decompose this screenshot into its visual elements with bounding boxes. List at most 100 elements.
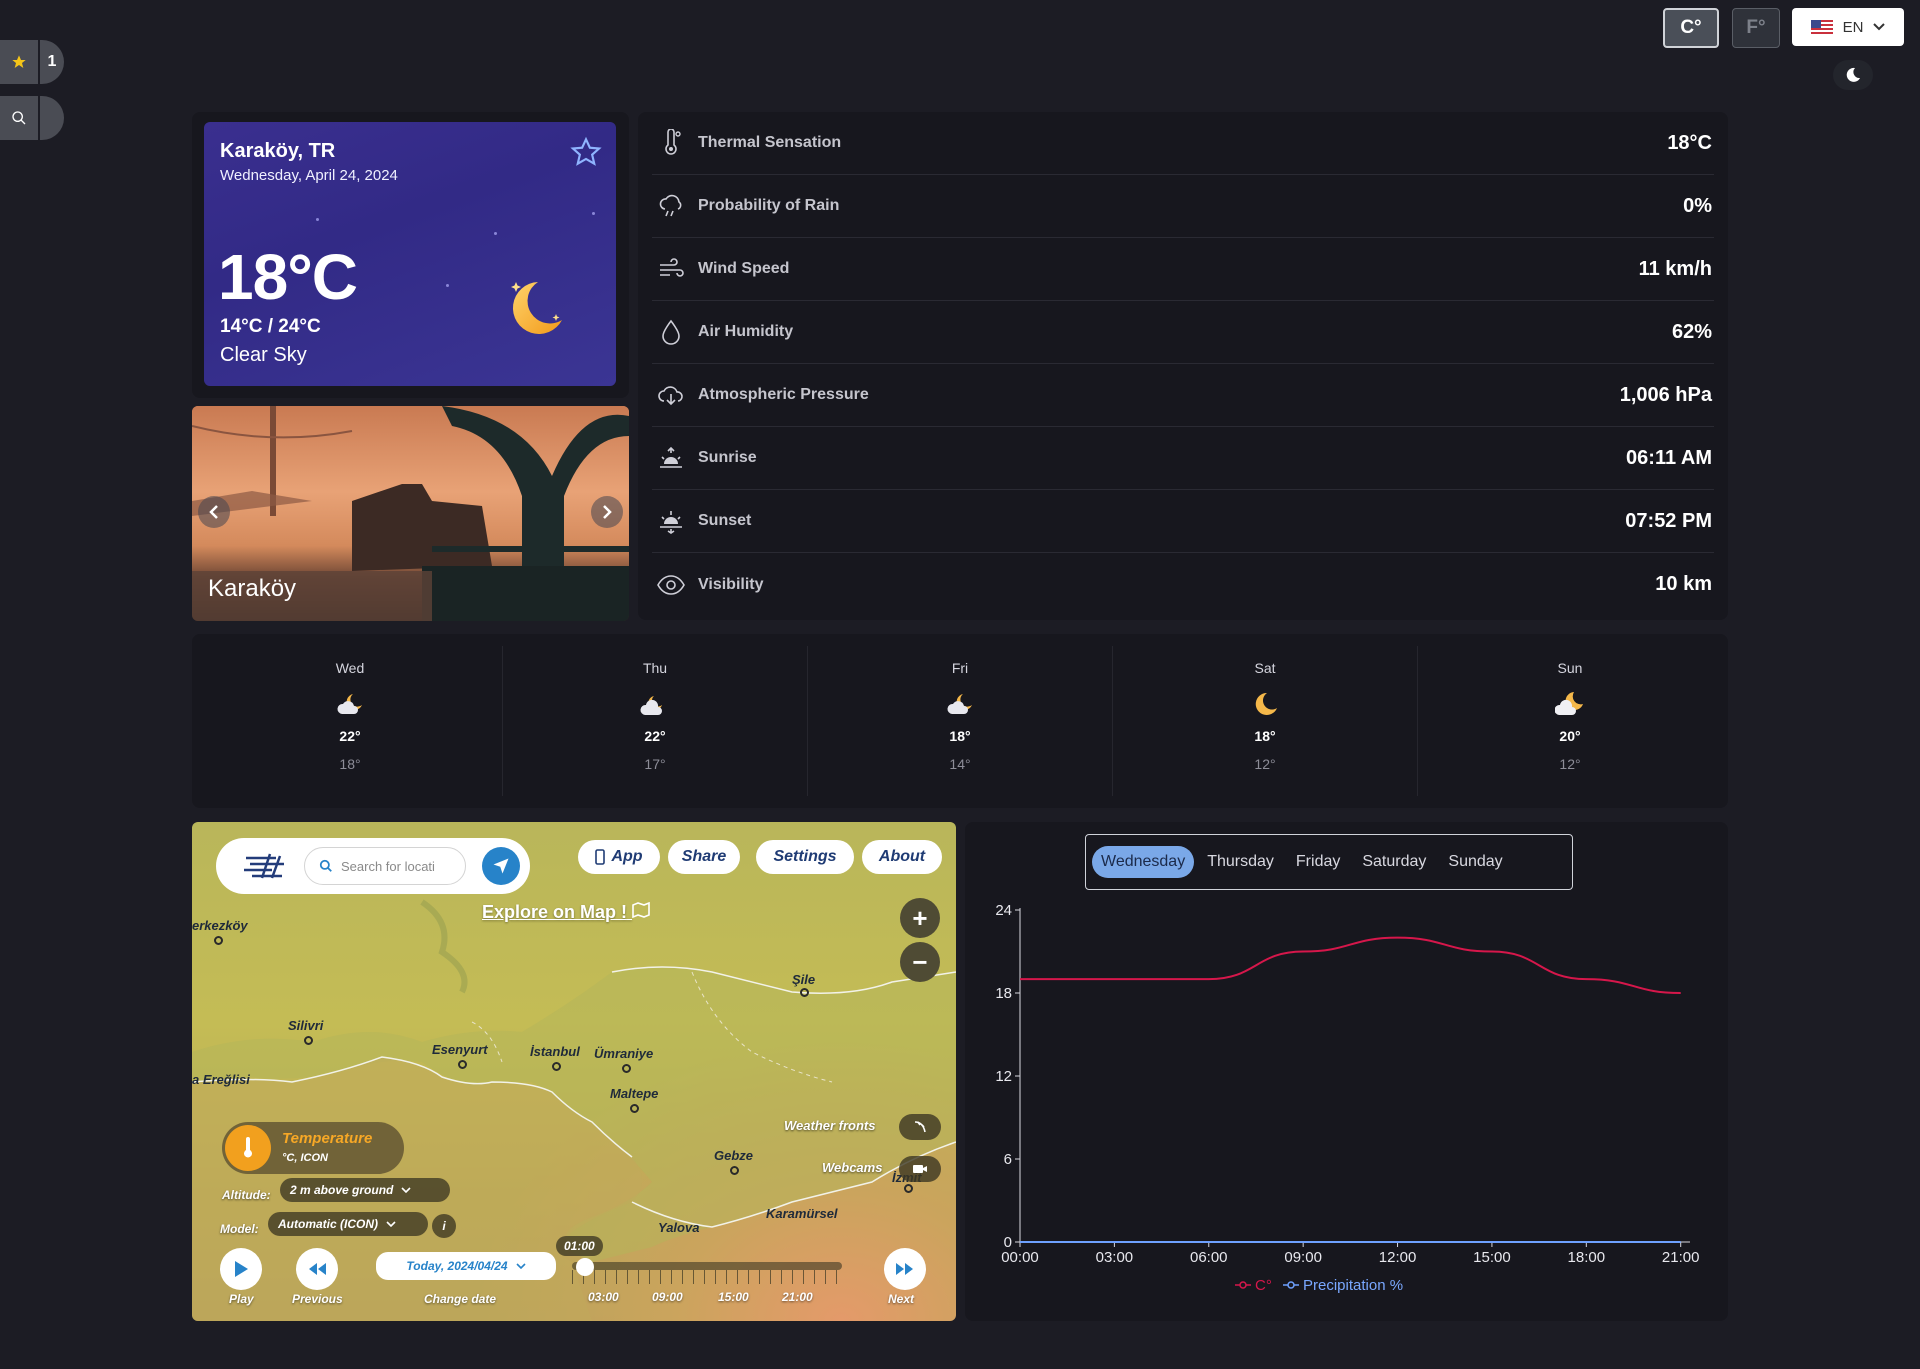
detail-label: Wind Speed — [698, 260, 790, 277]
detail-label: Atmospheric Pressure — [698, 386, 869, 403]
forecast-high: 18° — [949, 728, 971, 744]
thermometer-icon — [665, 129, 681, 155]
city-marker[interactable] — [730, 1166, 739, 1175]
current-weather-card: Karaköy, TR Wednesday, April 24, 2024 18… — [204, 122, 616, 386]
map-app-button[interactable]: App — [578, 840, 660, 874]
search-tab[interactable] — [0, 96, 64, 140]
detail-row-visibility: Visibility 10 km — [652, 553, 1714, 616]
map-share-button[interactable]: Share — [668, 840, 740, 874]
sparkle-icon — [446, 284, 449, 287]
forecast-high: 22° — [644, 728, 666, 744]
explore-on-map-link[interactable]: Explore on Map ! — [482, 901, 650, 923]
map-settings-button[interactable]: Settings — [756, 840, 854, 874]
previous-label: Previous — [292, 1292, 343, 1306]
forecast-high: 18° — [1254, 728, 1276, 744]
timeline-track[interactable] — [572, 1262, 842, 1270]
zoom-in-button[interactable]: + — [900, 898, 940, 938]
forecast-day[interactable]: Wed 22° 18° — [198, 646, 503, 796]
city-marker[interactable] — [304, 1036, 313, 1045]
x-tick-label: 00:00 — [1001, 1249, 1039, 1266]
temperature-layer-button[interactable]: Temperature °C, ICON — [222, 1122, 404, 1174]
weather-details-panel: Thermal Sensation 18°C Probability of Ra… — [638, 112, 1728, 620]
fahrenheit-button[interactable]: F° — [1732, 8, 1780, 48]
language-label: EN — [1842, 18, 1864, 36]
language-select[interactable]: EN — [1792, 8, 1904, 46]
celsius-button[interactable]: C° — [1663, 8, 1719, 48]
day-tab-friday[interactable]: Friday — [1287, 846, 1349, 878]
altitude-select[interactable]: 2 m above ground — [280, 1178, 450, 1202]
map-about-button[interactable]: About — [862, 840, 942, 874]
dark-mode-toggle[interactable] — [1833, 60, 1873, 90]
carousel-next-button[interactable] — [591, 496, 623, 528]
city-marker[interactable] — [458, 1060, 467, 1069]
city-marker[interactable] — [214, 936, 223, 945]
thermometer-icon — [244, 1137, 252, 1158]
timeline-ticks — [572, 1270, 842, 1284]
legend-label: C° — [1255, 1277, 1272, 1294]
detail-label: Thermal Sensation — [698, 134, 842, 151]
fast-forward-icon — [896, 1263, 913, 1275]
forecast-day[interactable]: Thu 22° 17° — [503, 646, 808, 796]
forecast-day[interactable]: Sat 18° 12° — [1113, 646, 1418, 796]
front-icon — [914, 1121, 926, 1133]
day-tab-thursday[interactable]: Thursday — [1198, 846, 1283, 878]
date-select[interactable]: Today, 2024/04/24 — [376, 1252, 556, 1280]
city-marker[interactable] — [552, 1062, 561, 1071]
detail-label: Sunset — [698, 512, 752, 529]
altitude-label: Altitude: — [222, 1188, 271, 1202]
city-marker[interactable] — [904, 1184, 913, 1193]
previous-button[interactable] — [296, 1248, 338, 1290]
day-tab-sunday[interactable]: Sunday — [1439, 846, 1511, 878]
star-outline-icon — [570, 136, 602, 166]
favorites-tab[interactable]: 1 — [0, 40, 64, 84]
weather-map[interactable]: Search for locati App Share Settings Abo… — [192, 822, 956, 1321]
time-marker: 01:00 — [556, 1236, 603, 1256]
city-marker[interactable] — [800, 988, 809, 997]
day-tab-saturday[interactable]: Saturday — [1353, 846, 1435, 878]
y-tick-label: 12 — [995, 1068, 1012, 1085]
timeline-tick-label: 03:00 — [588, 1290, 619, 1304]
day-tab-wednesday[interactable]: Wednesday — [1092, 846, 1195, 878]
city-marker[interactable] — [622, 1064, 631, 1073]
forecast-day-name: Wed — [335, 660, 365, 676]
next-button[interactable] — [884, 1248, 926, 1290]
detail-row-thermal-sensation: Thermal Sensation 18°C — [652, 112, 1714, 175]
forecast-day[interactable]: Sun 20° 12° — [1418, 646, 1722, 796]
city-label: İstanbul — [530, 1044, 580, 1059]
timeline-tick-label: 15:00 — [718, 1290, 749, 1304]
map-search-bar: Search for locati — [216, 838, 530, 894]
chevron-down-icon — [386, 1221, 396, 1227]
plus-icon: + — [912, 902, 928, 933]
moon-icon — [1846, 67, 1860, 82]
locate-button[interactable] — [482, 847, 520, 885]
cloud-download-icon — [658, 386, 683, 406]
sunrise-icon — [660, 446, 682, 468]
map-share-label: Share — [681, 848, 727, 865]
time-marker-value: 01:00 — [564, 1239, 595, 1253]
favorite-star-button[interactable] — [570, 136, 602, 173]
zoom-out-button[interactable]: − — [900, 942, 940, 982]
detail-value: 1,006 hPa — [1619, 383, 1712, 406]
forecast-day-name: Sat — [1254, 660, 1276, 676]
map-search-input[interactable]: Search for locati — [304, 847, 466, 885]
x-tick-label: 03:00 — [1096, 1249, 1134, 1266]
model-info-button[interactable]: i — [432, 1214, 456, 1238]
forecast-high: 22° — [339, 728, 361, 744]
webcams-button[interactable] — [899, 1156, 941, 1182]
weather-fronts-button[interactable] — [899, 1114, 941, 1140]
favorites-count: 1 — [47, 53, 57, 70]
current-temperature: 18°C — [218, 241, 358, 313]
city-marker[interactable] — [630, 1104, 639, 1113]
camera-icon — [913, 1165, 927, 1173]
city-label: Silivri — [288, 1018, 324, 1033]
map-app-label: App — [611, 848, 643, 865]
explore-label: Explore on Map ! — [482, 902, 628, 922]
play-label: Play — [229, 1292, 254, 1306]
model-select[interactable]: Automatic (ICON) — [268, 1212, 428, 1236]
carousel-prev-button[interactable] — [198, 496, 230, 528]
location-name: Karaköy, TR — [220, 140, 336, 162]
x-tick-label: 15:00 — [1473, 1249, 1511, 1266]
play-button[interactable] — [220, 1248, 262, 1290]
timeline-handle[interactable] — [576, 1258, 594, 1276]
forecast-day[interactable]: Fri 18° 14° — [808, 646, 1113, 796]
